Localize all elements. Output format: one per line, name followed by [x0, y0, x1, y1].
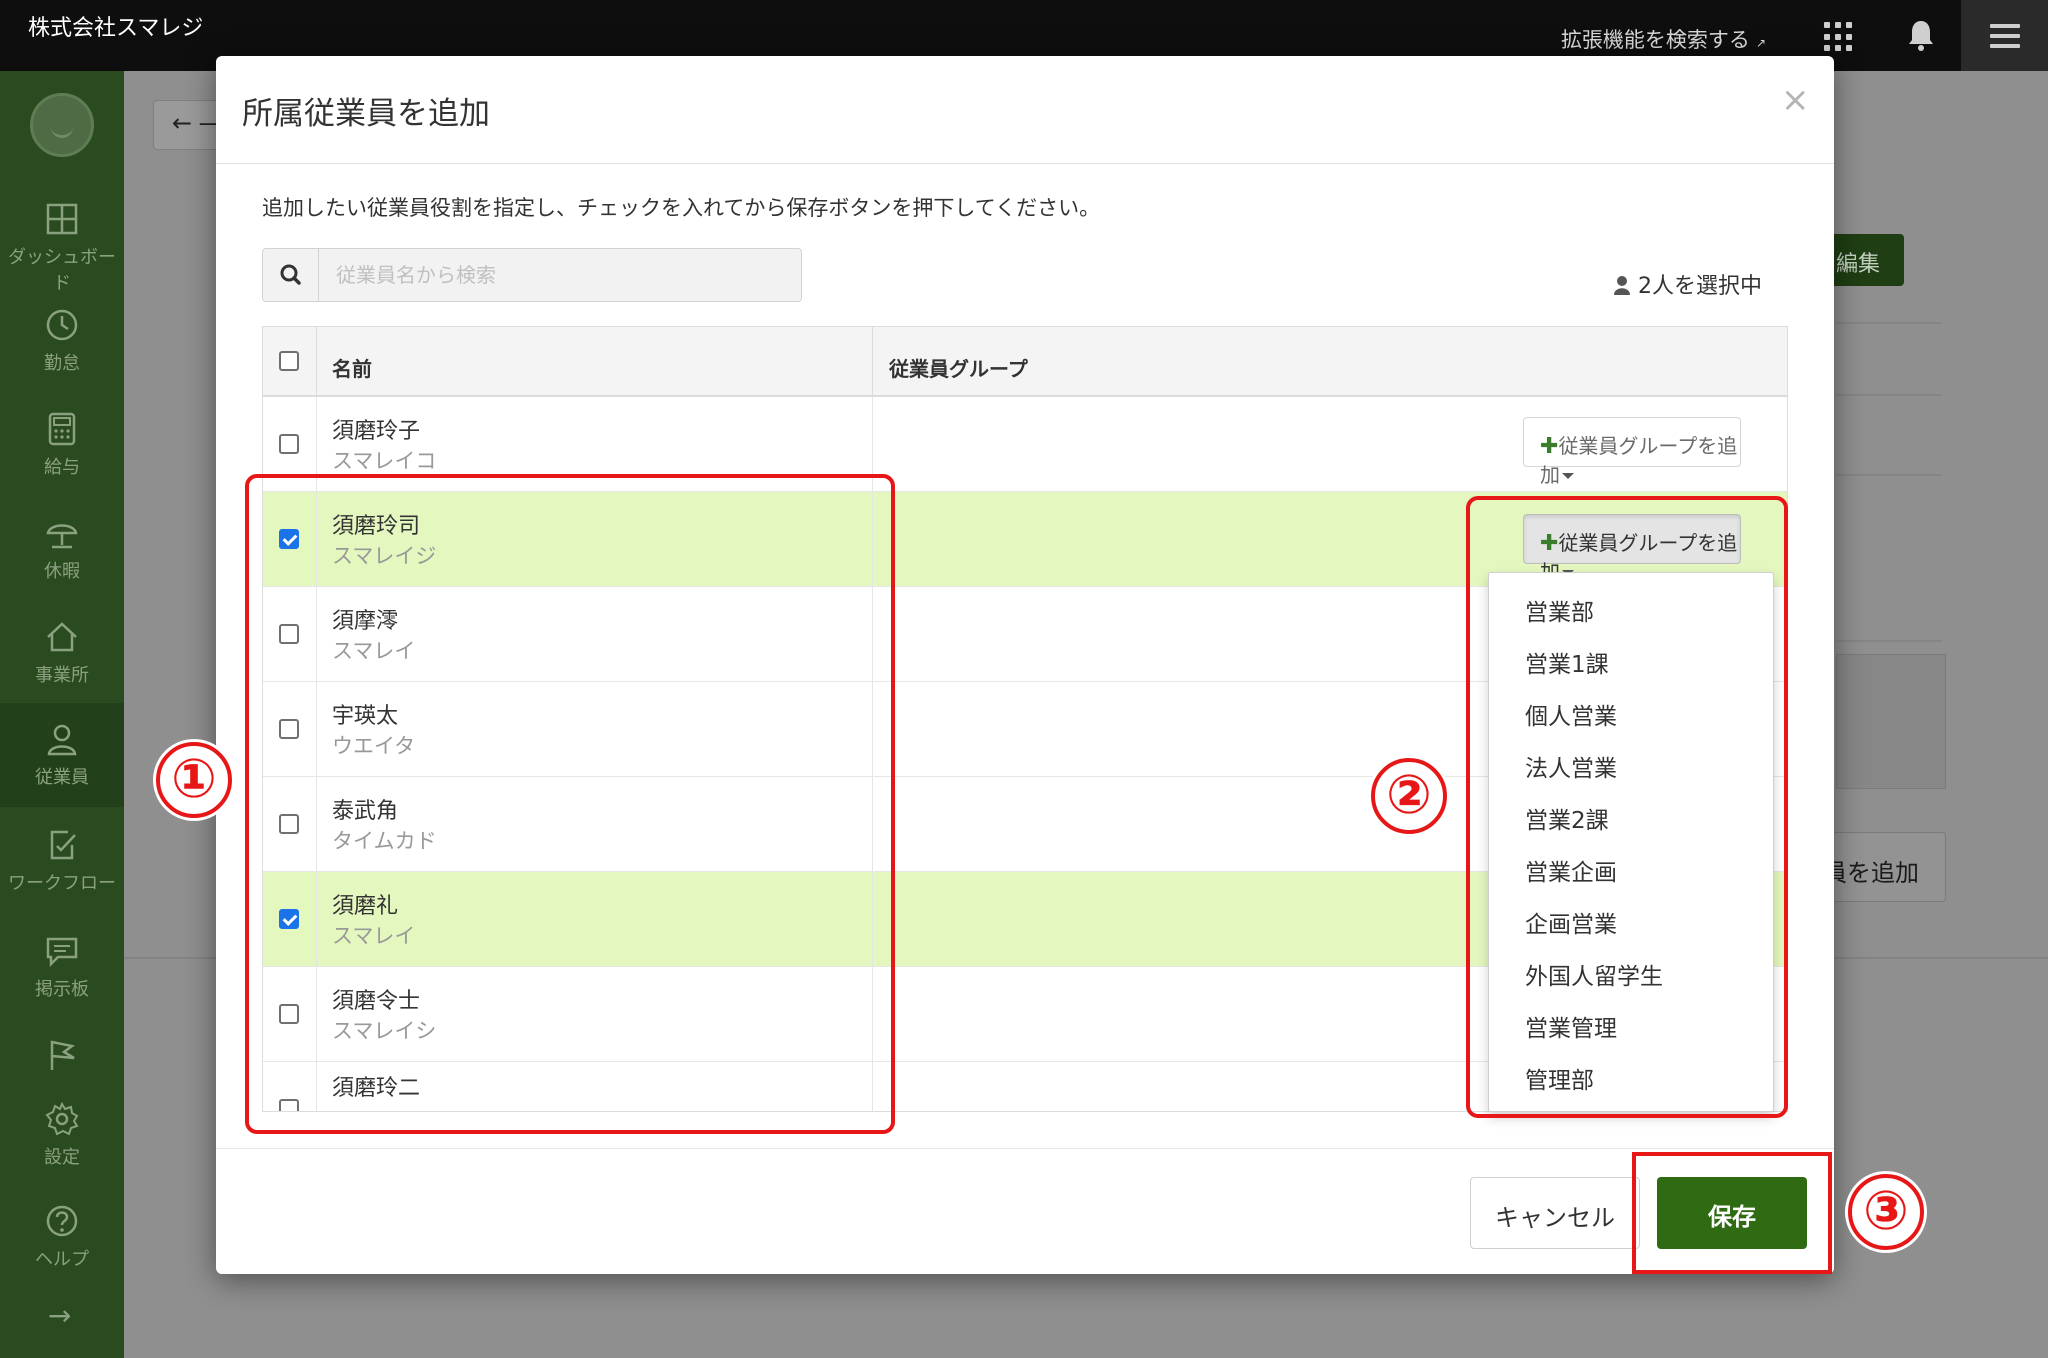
header-check-cell: [263, 327, 317, 397]
sidebar-item-label: 設定: [44, 1147, 80, 1168]
dashboard-icon: [46, 203, 78, 235]
annotation-box-group-dropdown: [1466, 496, 1788, 1118]
caret-down-icon: [1562, 473, 1574, 479]
bg-table: [1836, 654, 1946, 789]
annotation-number-2: ②: [1371, 758, 1447, 834]
sidebar-expand-arrow-icon[interactable]: →: [48, 1299, 71, 1332]
extension-search-link[interactable]: 拡張機能を検索する ↗: [1561, 24, 1766, 54]
sidebar-item-label: 従業員: [35, 767, 89, 788]
selected-count-label: 2人を選択中: [1638, 274, 1762, 299]
bg-divider: [1836, 474, 1942, 476]
extension-search-label: 拡張機能を検索する: [1560, 28, 1750, 52]
sidebar-item-office[interactable]: 事業所: [0, 619, 124, 687]
umbrella-icon: [46, 524, 78, 549]
sidebar: ダッシュボード 勤怠 給与 休暇 事業所 従業員 ワークフロー 掲示板 設定 ヘ…: [0, 71, 124, 1358]
avatar[interactable]: [30, 93, 94, 157]
sidebar-item-label: 事業所: [35, 665, 89, 686]
table-header: 名前 従業員グループ: [263, 327, 1787, 397]
sidebar-item-leave[interactable]: 休暇: [0, 515, 124, 583]
sidebar-item-help[interactable]: ヘルプ: [0, 1203, 124, 1271]
close-icon[interactable]: ×: [1781, 80, 1810, 120]
annotation-box-save: [1632, 1152, 1832, 1274]
annotation-box-employee-list: [245, 474, 895, 1134]
clock-icon: [46, 309, 78, 341]
bell-icon[interactable]: [1906, 18, 1936, 52]
gear-icon: [45, 1101, 79, 1136]
user-icon: [1614, 276, 1630, 295]
workflow-icon: [50, 830, 76, 860]
employee-name: 須磨玲子: [332, 419, 421, 444]
add-group-button[interactable]: ✚従業員グループを追加: [1523, 417, 1741, 487]
flag-icon: [50, 1040, 75, 1070]
employee-kana: スマレイコ: [332, 449, 437, 473]
modal-title: 所属従業員を追加: [242, 96, 490, 132]
bg-divider: [1836, 322, 1942, 324]
selected-count: 2人を選択中: [1613, 268, 1762, 300]
instruction-text: 追加したい従業員役割を指定し、チェックを入れてから保存ボタンを押下してください。: [262, 196, 1101, 220]
annotation-number-1: ①: [156, 742, 232, 818]
person-icon: [47, 724, 77, 756]
bg-divider: [1836, 640, 1942, 642]
hamburger-menu-icon[interactable]: [1961, 0, 2048, 71]
company-name: 株式会社スマレジ: [28, 16, 204, 41]
sidebar-item-dashboard[interactable]: ダッシュボード: [0, 201, 124, 295]
sidebar-item-label: 給与: [44, 457, 80, 478]
message-board-icon: [46, 937, 78, 968]
search-icon: [280, 264, 301, 285]
sidebar-item-settings[interactable]: 設定: [0, 1101, 124, 1169]
modal-footer-divider: [216, 1148, 1834, 1149]
column-header-name: 名前: [317, 327, 873, 397]
sidebar-item-workflow[interactable]: ワークフロー: [0, 827, 124, 895]
external-link-icon: ↗: [1755, 36, 1766, 50]
sidebar-item-label: 勤怠: [44, 353, 80, 374]
bg-divider: [1836, 394, 1942, 396]
search-icon-wrap: [263, 249, 319, 301]
sidebar-item-label: 掲示板: [35, 979, 89, 1000]
select-all-checkbox[interactable]: [279, 351, 299, 371]
sidebar-item-attendance[interactable]: 勤怠: [0, 307, 124, 375]
employee-search: [262, 248, 802, 302]
sidebar-item-label: 休暇: [44, 561, 80, 582]
sidebar-item-employees[interactable]: 従業員: [0, 703, 124, 807]
sidebar-item-label: ダッシュボード: [8, 247, 116, 294]
help-icon: [46, 1205, 78, 1237]
add-member-button-background: 員を追加: [1820, 832, 1946, 902]
sidebar-item-payroll[interactable]: 給与: [0, 411, 124, 479]
annotation-number-3: ③: [1848, 1174, 1924, 1250]
sidebar-item-label: ヘルプ: [35, 1249, 89, 1270]
home-icon: [47, 622, 77, 652]
sidebar-item-label: ワークフロー: [8, 873, 116, 894]
plus-icon: ✚: [1540, 434, 1559, 459]
search-input[interactable]: [320, 249, 800, 301]
add-group-label: 従業員グループを追加: [1540, 434, 1738, 487]
calculator-icon: [48, 412, 76, 446]
sidebar-item-flag[interactable]: [0, 1037, 124, 1079]
sidebar-item-board[interactable]: 掲示板: [0, 933, 124, 1001]
apps-grid-icon[interactable]: [1824, 22, 1854, 52]
cancel-button[interactable]: キャンセル: [1470, 1177, 1640, 1249]
row-checkbox[interactable]: [279, 434, 299, 454]
modal-header: 所属従業員を追加 ×: [216, 56, 1834, 164]
column-header-group: 従業員グループ: [889, 357, 1028, 381]
